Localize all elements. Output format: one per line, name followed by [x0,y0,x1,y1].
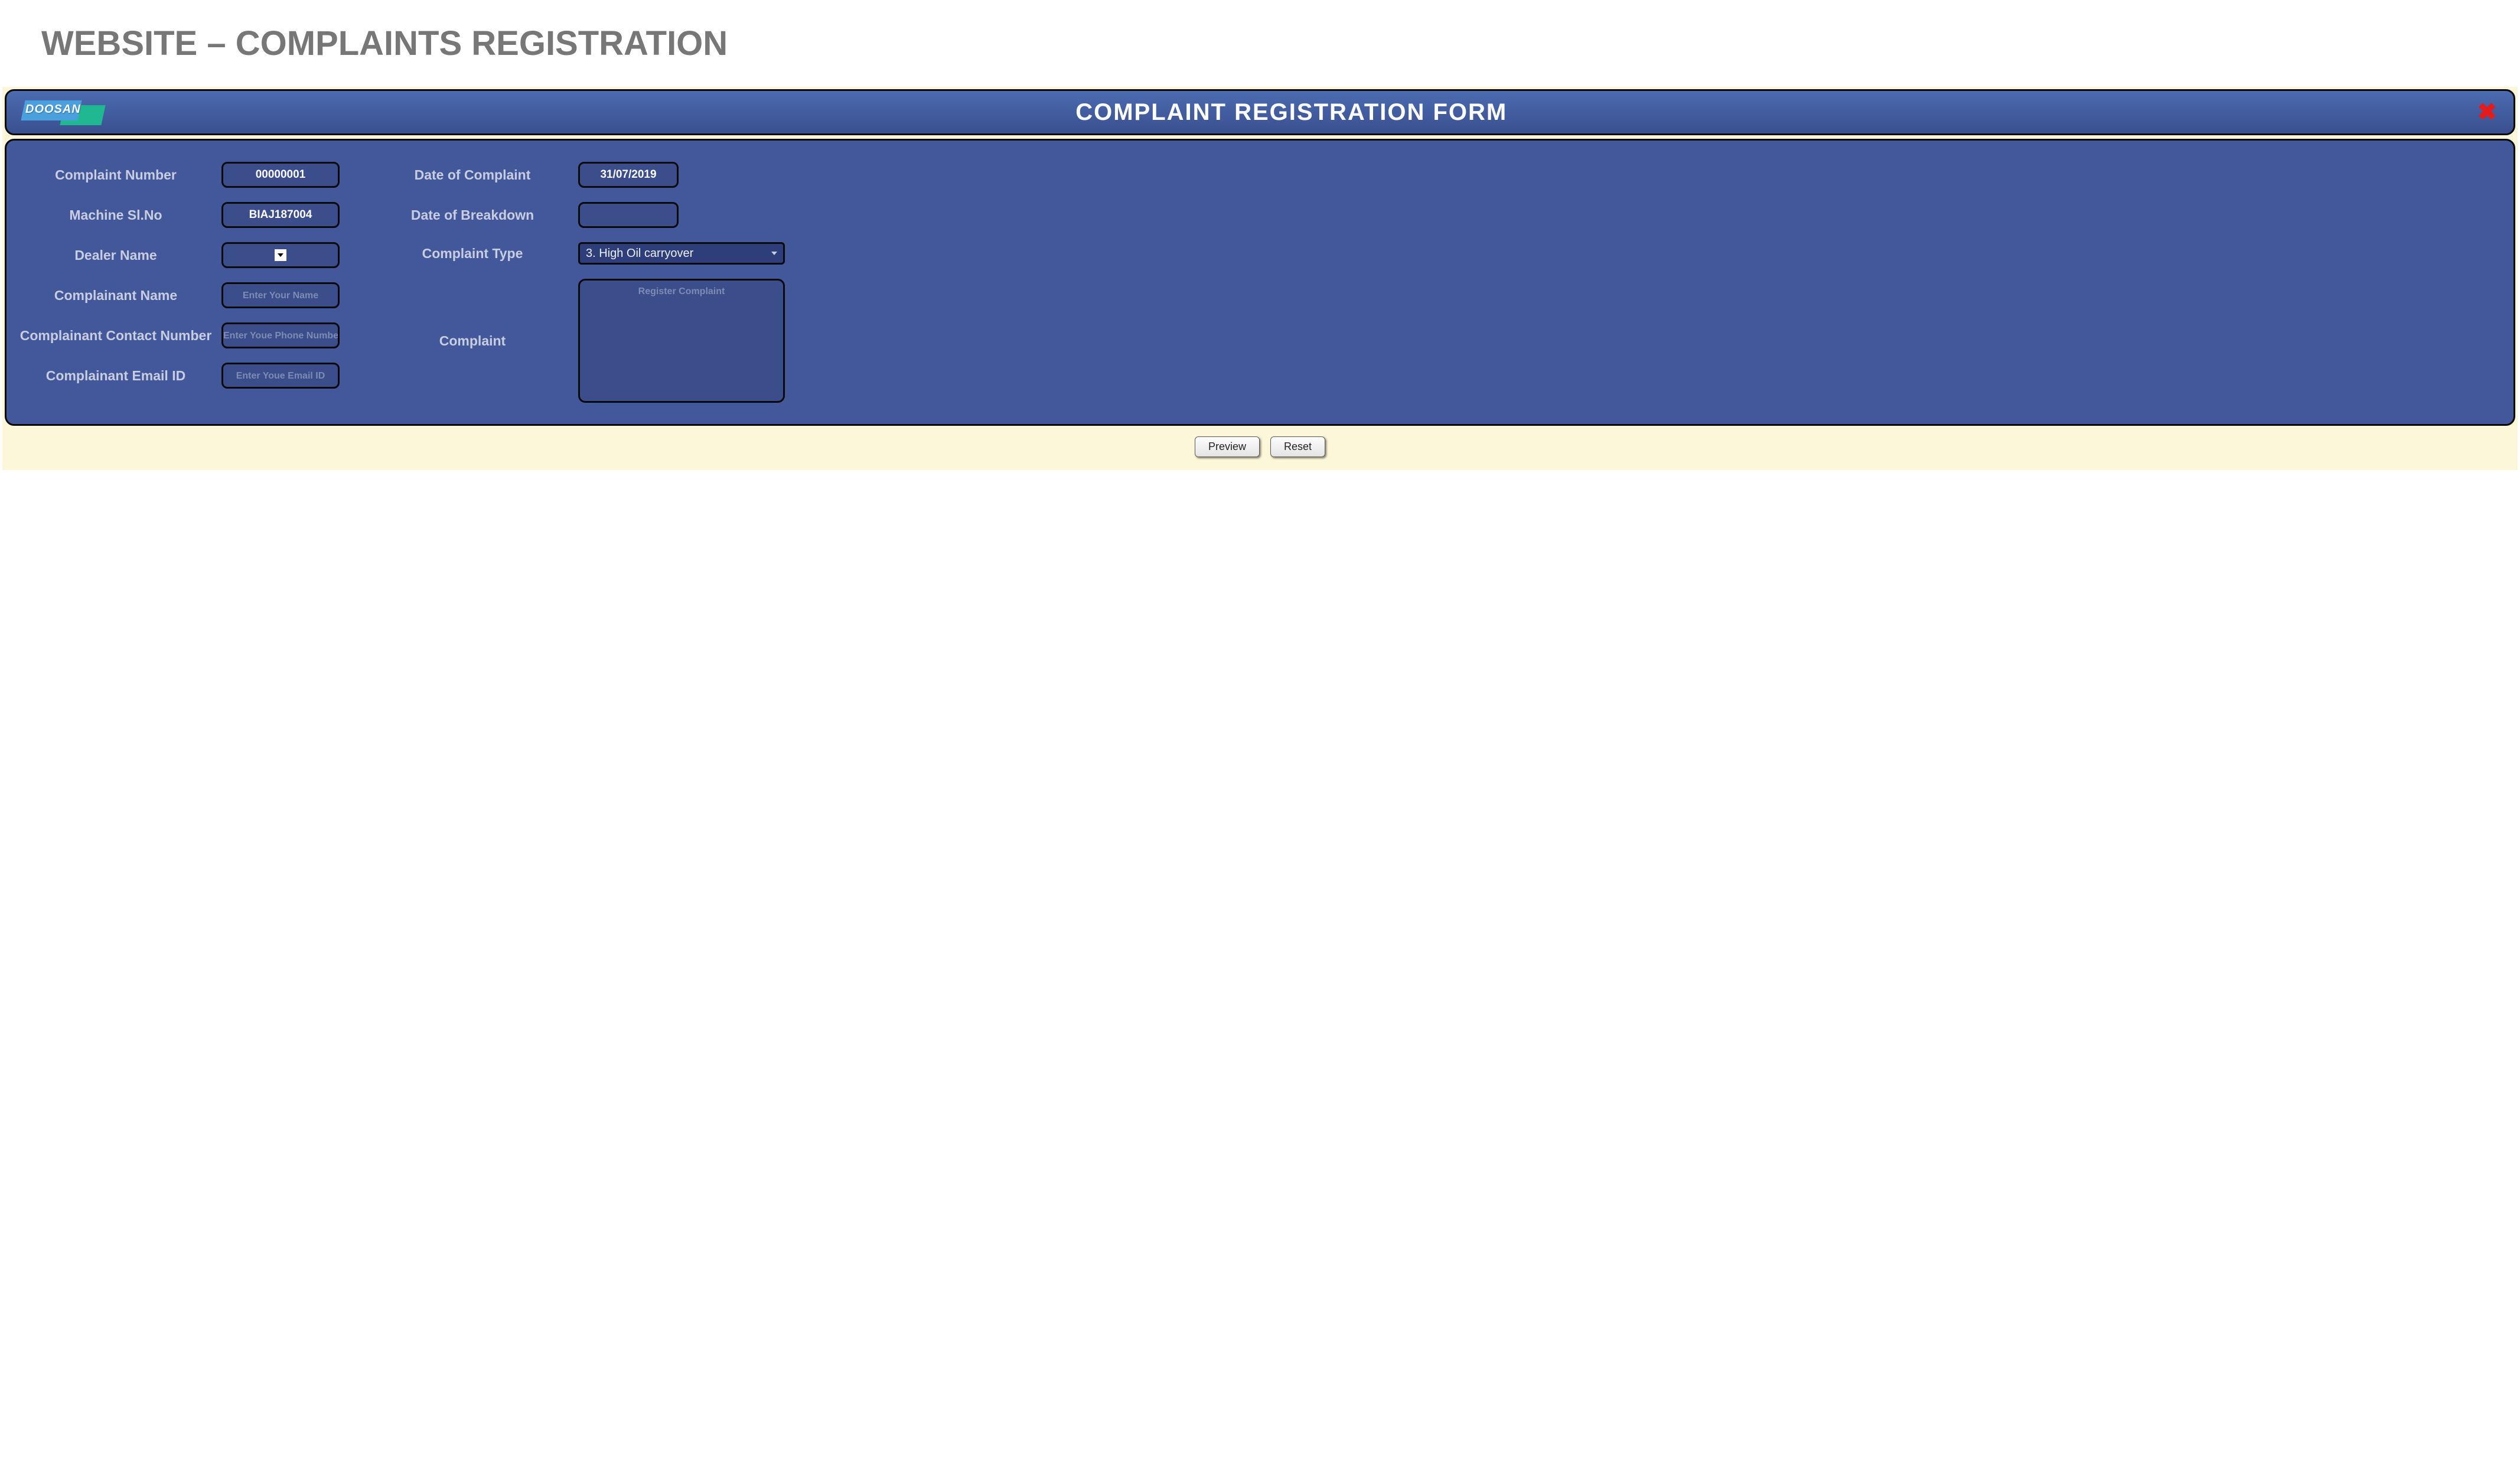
row-dealer-name: Dealer Name [18,242,340,268]
left-column: Complaint Number Machine Sl.No Dealer Na… [18,162,340,403]
input-complainant-contact[interactable] [221,322,340,348]
form-container: DOOSAN COMPLAINT REGISTRATION FORM ✖ Com… [2,87,2518,470]
row-complaint: Complaint [375,279,2502,403]
input-date-of-complaint[interactable] [578,162,679,188]
input-machine-slno[interactable] [221,202,340,228]
select-complaint-type[interactable]: 3. High Oil carryover [578,242,785,265]
form-title: COMPLAINT REGISTRATION FORM [106,99,2477,126]
chevron-down-icon [771,252,777,255]
logo-text: DOOSAN [25,103,81,116]
label-complainant-email: Complainant Email ID [18,368,213,384]
label-complainant-contact: Complainant Contact Number [18,328,213,344]
reset-button[interactable]: Reset [1270,436,1325,457]
label-machine-slno: Machine Sl.No [18,207,213,223]
row-machine-slno: Machine Sl.No [18,202,340,228]
row-date-of-complaint: Date of Complaint [375,162,2502,188]
page-heading: WEBSITE – COMPLAINTS REGISTRATION [0,0,2520,87]
input-date-of-breakdown[interactable] [578,202,679,228]
input-complaint-number[interactable] [221,162,340,188]
doosan-logo: DOOSAN [23,98,106,126]
form-header: DOOSAN COMPLAINT REGISTRATION FORM ✖ [5,89,2515,135]
select-dealer-name[interactable] [221,242,340,268]
input-complainant-name[interactable] [221,282,340,308]
label-complainant-name: Complainant Name [18,288,213,304]
label-complaint-number: Complaint Number [18,167,213,183]
select-complaint-type-value: 3. High Oil carryover [586,247,693,260]
label-date-of-breakdown: Date of Breakdown [375,207,570,223]
chevron-down-icon [275,249,286,261]
preview-button[interactable]: Preview [1195,436,1260,457]
input-complainant-email[interactable] [221,363,340,389]
row-date-of-breakdown: Date of Breakdown [375,202,2502,228]
row-complainant-contact: Complainant Contact Number [18,322,340,348]
form-body: Complaint Number Machine Sl.No Dealer Na… [5,139,2515,426]
close-icon[interactable]: ✖ [2477,100,2497,124]
row-complaint-number: Complaint Number [18,162,340,188]
footer-buttons: Preview Reset [5,426,2515,470]
label-complaint: Complaint [375,333,570,349]
row-complainant-email: Complainant Email ID [18,363,340,389]
label-complaint-type: Complaint Type [375,246,570,262]
right-column: Date of Complaint Date of Breakdown Comp… [375,162,2502,403]
row-complaint-type: Complaint Type 3. High Oil carryover [375,242,2502,265]
label-dealer-name: Dealer Name [18,247,213,263]
row-complainant-name: Complainant Name [18,282,340,308]
label-date-of-complaint: Date of Complaint [375,167,570,183]
textarea-complaint[interactable] [578,279,785,403]
